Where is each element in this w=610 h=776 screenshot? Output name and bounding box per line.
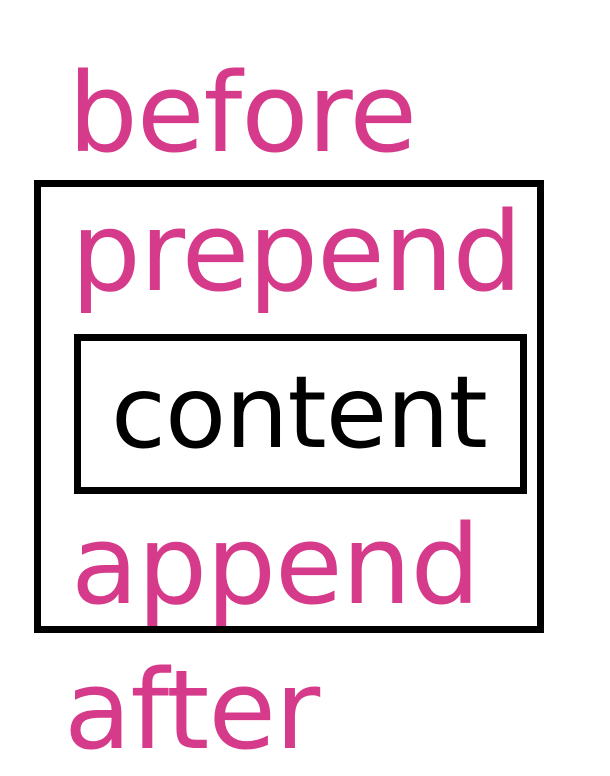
before-label: before (68, 49, 417, 177)
append-label: append (71, 501, 480, 629)
after-label: after (64, 646, 320, 774)
content-box: content (74, 334, 527, 494)
outer-container-box: prepend content append (34, 180, 544, 633)
prepend-label: prepend (71, 188, 522, 316)
content-label: content (111, 354, 488, 471)
